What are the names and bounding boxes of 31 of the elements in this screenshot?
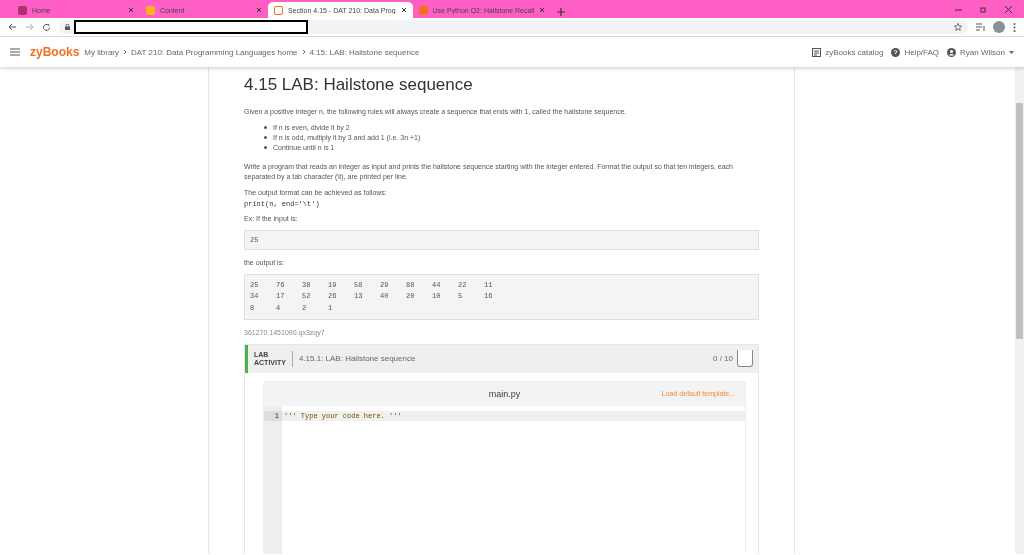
breadcrumb-link[interactable]: 4.15: LAB: Hailstone sequence [309, 47, 420, 57]
score-text: 0 / 10 [713, 354, 733, 364]
back-icon[interactable] [8, 23, 17, 31]
catalog-link[interactable]: zyBooks catalog [825, 47, 884, 57]
chevron-icon [122, 49, 129, 55]
new-tab-icon[interactable] [557, 8, 566, 16]
reload-icon[interactable] [42, 22, 51, 32]
address-bar[interactable] [59, 20, 968, 34]
bullet-icon [264, 146, 267, 150]
bullet-icon [264, 136, 267, 140]
menu-icon[interactable] [1013, 22, 1016, 32]
chevron-icon [300, 49, 307, 55]
bullet-icon [264, 126, 267, 130]
user-icon [947, 47, 957, 57]
lab-title: 4.15.1: LAB: Hailstone sequence [298, 354, 416, 364]
caret-icon[interactable] [1009, 50, 1014, 54]
restore-icon[interactable] [980, 5, 987, 13]
lock-icon [65, 24, 70, 30]
breadcrumb-link[interactable]: DAT 210: Data Programming Languages home [131, 47, 298, 57]
help-icon [891, 47, 901, 57]
close-icon[interactable] [400, 7, 407, 13]
star-icon[interactable] [954, 23, 962, 31]
breadcrumb-link[interactable]: My library [84, 47, 120, 57]
book-icon [812, 47, 822, 57]
section-title: 4.15 LAB: Hailstone sequence [244, 75, 474, 95]
help-link[interactable]: Help/FAQ [904, 47, 940, 57]
user-menu[interactable]: Ryan Wilson [960, 47, 1005, 57]
file-name: main.py [488, 388, 521, 399]
avatar-icon[interactable] [993, 21, 1005, 33]
scrollbar[interactable] [1015, 67, 1024, 554]
score-badge-icon [737, 350, 753, 368]
